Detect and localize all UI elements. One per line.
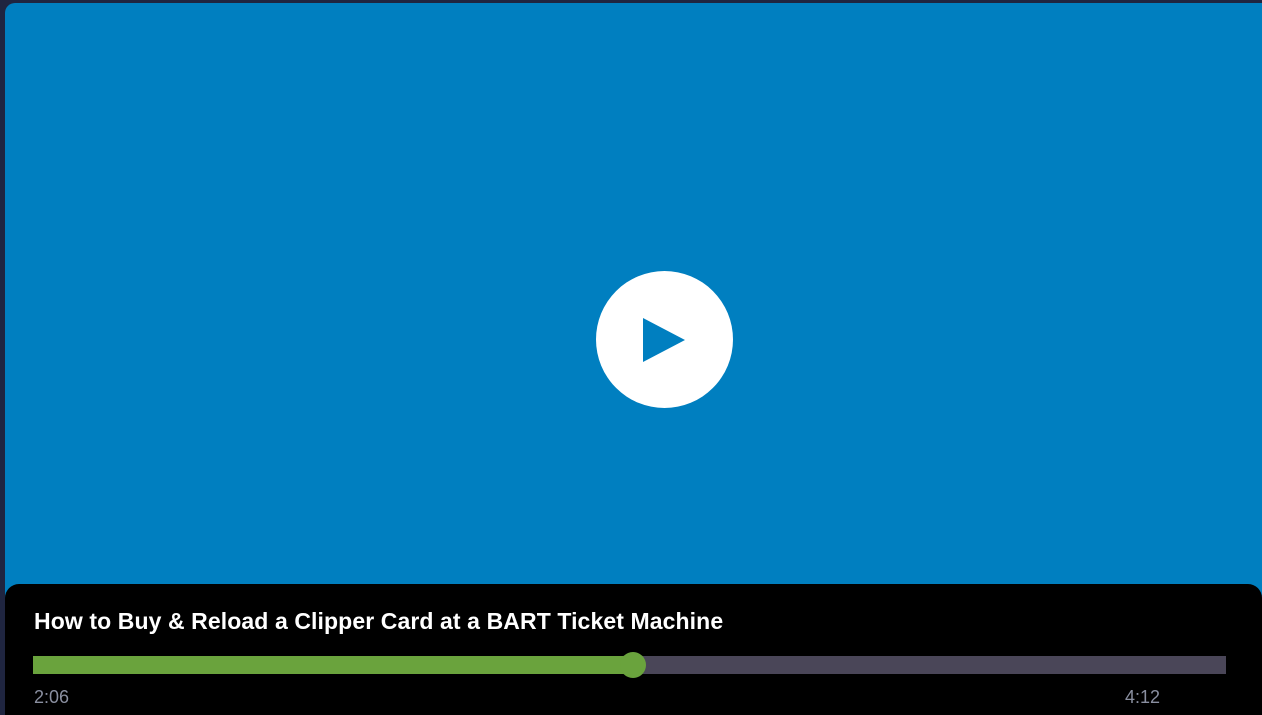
total-duration: 4:12 [1125,687,1161,707]
video-player[interactable]: How to Buy & Reload a Clipper Card at a … [5,3,1262,715]
progress-thumb[interactable] [620,652,647,678]
control-bar: How to Buy & Reload a Clipper Card at a … [5,584,1262,715]
progress-played [33,656,634,674]
play-button[interactable] [596,271,733,408]
video-title: How to Buy & Reload a Clipper Card at a … [34,608,724,634]
current-time: 2:06 [34,687,70,707]
progress-bar[interactable] [33,652,1226,678]
play-icon [643,318,685,362]
